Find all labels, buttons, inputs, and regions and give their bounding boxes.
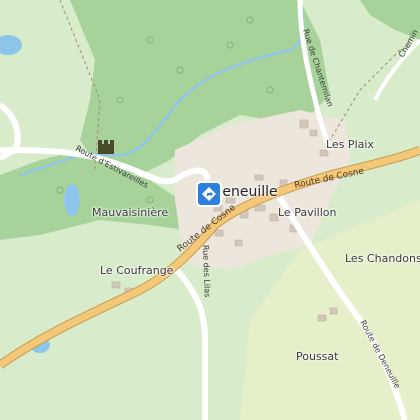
place-les-plaix: Les Plaix [326,138,374,151]
map-canvas[interactable]: Route de Cosne Route de Cosne Route d'Es… [0,0,420,420]
location-pin-icon[interactable] [195,180,223,208]
pond-west [64,184,80,216]
place-les-chandons: Les Chandons [345,252,420,265]
place-poussat: Poussat [296,350,339,363]
place-village: zeneuille [215,184,278,200]
map-base-layer: Route de Cosne Route de Cosne Route d'Es… [0,0,420,420]
label-rue-lilas: Rue des Lilas [201,245,212,298]
place-mauvaisiniere: Mauvaisinière [92,206,169,219]
castle-icon [98,140,114,154]
place-le-coufrange: Le Coufrange [100,264,174,277]
place-le-pavillon: Le Pavillon [278,206,337,219]
